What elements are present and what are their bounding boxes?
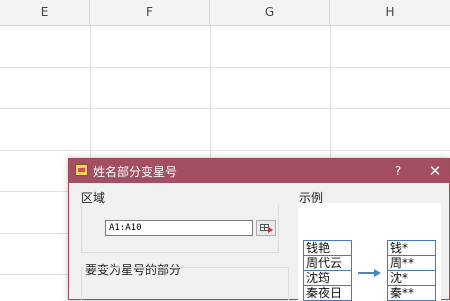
range-input[interactable]: A1:A10: [105, 220, 253, 236]
part-group: [81, 267, 289, 301]
dialog-titlebar[interactable]: 姓名部分变星号 ? ✕: [69, 159, 449, 183]
before-name-3: 沈筠: [304, 271, 351, 286]
column-header-row: E F G H: [0, 0, 450, 26]
after-names-list: 钱* 周** 沈* 秦**: [387, 240, 436, 301]
mask-name-dialog: 姓名部分变星号 ? ✕ 区域 A1:A10 要变为星号的部分 示例 钱艳 周代云…: [68, 158, 450, 301]
after-name-3: 沈*: [388, 271, 435, 286]
close-button[interactable]: ✕: [423, 160, 447, 182]
after-name-2: 周**: [388, 256, 435, 271]
before-name-2: 周代云: [304, 256, 351, 271]
before-name-1: 钱艳: [304, 241, 351, 256]
help-button[interactable]: ?: [387, 161, 409, 181]
before-name-4: 秦夜日: [304, 286, 351, 301]
grid-row-line: [0, 67, 450, 68]
before-names-list: 钱艳 周代云 沈筠 秦夜日: [303, 240, 352, 301]
grid-row-line: [0, 150, 450, 151]
grid-row-line: [0, 108, 450, 109]
dialog-title: 姓名部分变星号: [93, 165, 178, 179]
column-header-h[interactable]: H: [330, 0, 450, 25]
after-name-4: 秦**: [388, 286, 435, 301]
range-picker-button[interactable]: [256, 220, 276, 236]
app-icon: [75, 164, 88, 176]
range-section-label: 区域: [81, 191, 106, 205]
column-header-g[interactable]: G: [210, 0, 330, 25]
column-header-f[interactable]: F: [90, 0, 210, 25]
example-panel: 钱艳 周代云 沈筠 秦夜日 钱* 周** 沈* 秦**: [298, 203, 441, 301]
column-header-e[interactable]: E: [0, 0, 90, 25]
after-name-1: 钱*: [388, 241, 435, 256]
select-arrow-icon: [268, 227, 273, 233]
arrow-right-icon: [358, 269, 381, 277]
